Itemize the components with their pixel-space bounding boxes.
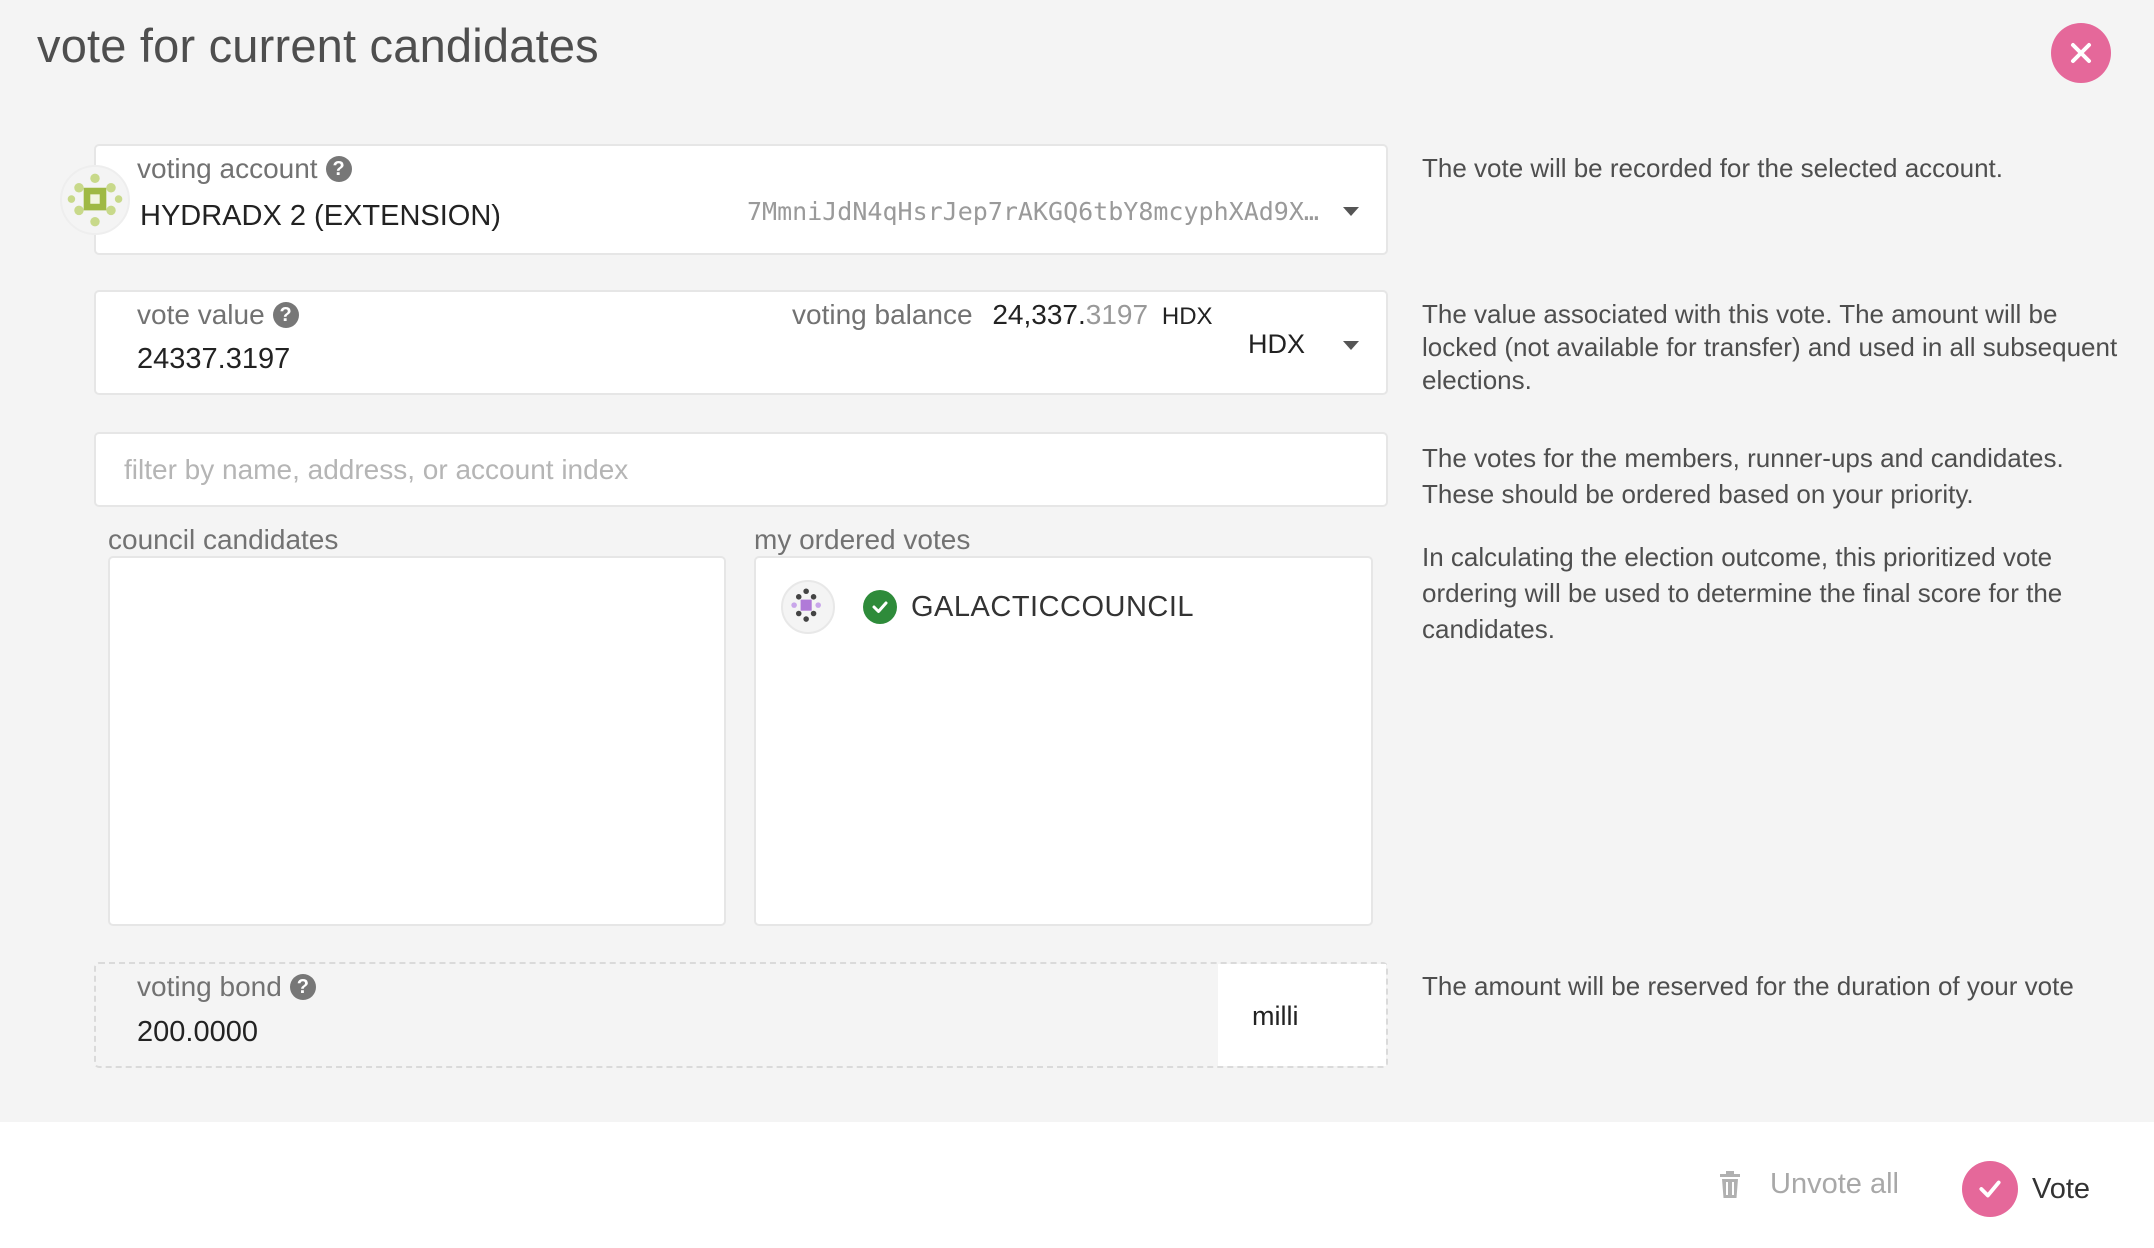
check-icon	[863, 590, 897, 624]
filter-help-text: The votes for the members, runner-ups an…	[1422, 443, 2064, 509]
voting-bond-label: voting bond ?	[137, 971, 316, 1003]
voting-balance-decimal: 3197	[1085, 299, 1149, 330]
voting-bond-unit: milli	[1252, 1001, 1299, 1031]
vote-button[interactable]: Vote	[1962, 1161, 2090, 1217]
voting-bond-value: 200.0000	[137, 1016, 258, 1048]
vote-value-label: vote value ?	[137, 299, 299, 331]
page-title: vote for current candidates	[37, 19, 599, 72]
ordering-help-text: In calculating the election outcome, thi…	[1422, 542, 2063, 644]
voting-balance-label: voting balance	[792, 299, 973, 330]
bond-help-text: The amount will be reserved for the dura…	[1422, 971, 2074, 1001]
list-item[interactable]: GALACTICCOUNCIL	[781, 580, 1194, 634]
voting-account-label-text: voting account	[137, 153, 318, 184]
voting-account-label: voting account ?	[137, 153, 352, 185]
account-help-text: The vote will be recorded for the select…	[1422, 153, 2003, 183]
voting-balance-unit: HDX	[1161, 303, 1213, 330]
chevron-down-icon[interactable]	[1343, 207, 1359, 216]
vote-value-help-text: The value associated with this vote. The…	[1422, 299, 2118, 395]
close-icon	[2071, 43, 2091, 63]
avatar	[781, 580, 835, 634]
close-button[interactable]	[2051, 23, 2111, 83]
filter-input[interactable]	[94, 432, 1388, 507]
check-icon	[1962, 1161, 2018, 1217]
unvote-all-button[interactable]: Unvote all	[1718, 1168, 1899, 1201]
vote-value-label-text: vote value	[137, 299, 265, 330]
chevron-down-icon[interactable]	[1343, 341, 1359, 350]
unvote-all-label: Unvote all	[1770, 1168, 1899, 1200]
help-icon[interactable]: ?	[325, 156, 352, 182]
voting-balance: voting balance 24,337.3197 HDX	[792, 299, 1213, 331]
account-address: 7MmniJdN4qHsrJep7rAKGQ6tbY8mcyphXAd9X…	[747, 197, 1319, 226]
vote-unit-select[interactable]: HDX	[1248, 329, 1305, 360]
candidate-name: GALACTICCOUNCIL	[911, 590, 1195, 623]
council-candidates-label: council candidates	[108, 524, 339, 555]
voting-bond-label-text: voting bond	[137, 971, 282, 1002]
help-icon[interactable]: ?	[272, 302, 299, 328]
account-name: HYDRADX 2 (EXTENSION)	[140, 200, 501, 232]
account-avatar	[60, 165, 130, 235]
council-candidates-list[interactable]	[108, 556, 726, 926]
my-ordered-votes-label: my ordered votes	[754, 524, 971, 555]
vote-value[interactable]: 24337.3197	[137, 343, 290, 376]
voting-balance-integer: 24,337.	[992, 299, 1086, 330]
bond-unit	[1218, 964, 1386, 1066]
vote-label: Vote	[2032, 1172, 2091, 1205]
help-icon[interactable]: ?	[289, 974, 316, 1000]
trash-icon	[1720, 1170, 1740, 1198]
